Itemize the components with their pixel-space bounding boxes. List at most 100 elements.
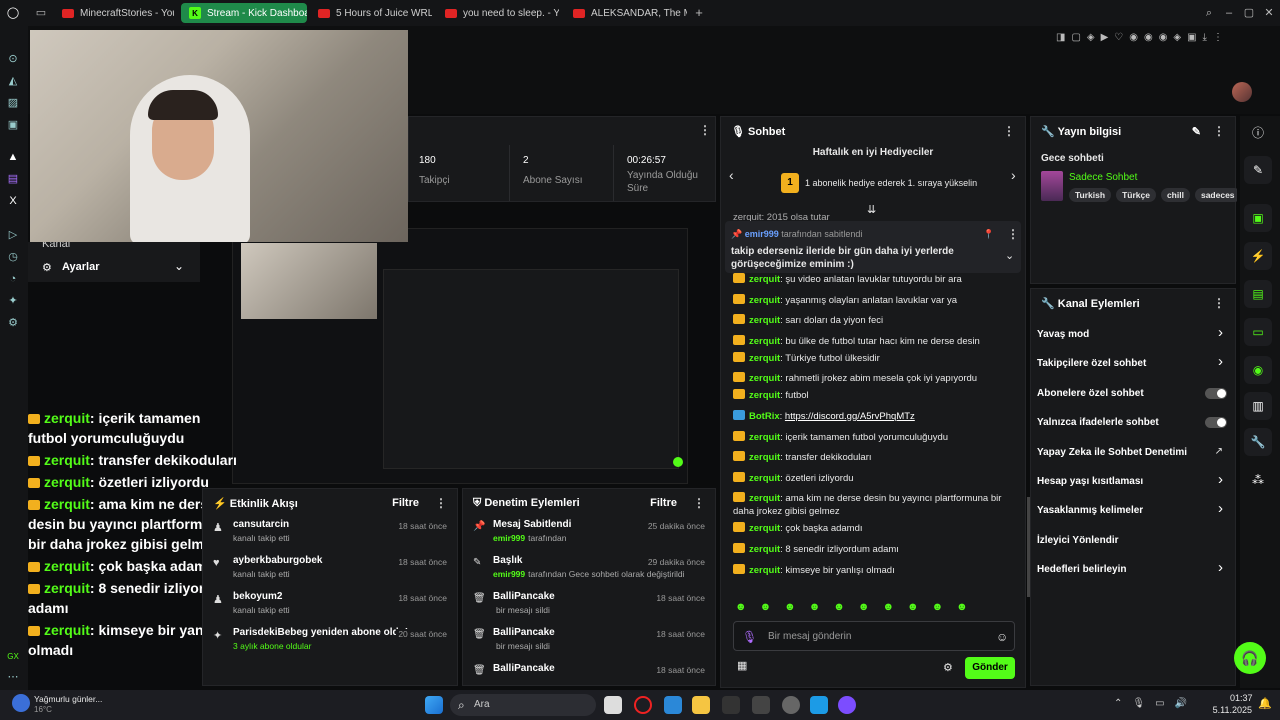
opera-logo-icon[interactable]: ◯ (6, 6, 20, 20)
chat-rail-icon[interactable]: ▭ (1244, 318, 1272, 346)
tab-0[interactable]: MinecraftStories - YouTube (54, 3, 174, 23)
chat-username[interactable]: zerquit (749, 336, 780, 347)
tray-icons[interactable]: ⌃🎙▭🔊 (1114, 698, 1197, 709)
chat-message[interactable]: zerquit: özetleri izliyordu (733, 471, 1017, 485)
chat-username[interactable]: zerquit (749, 493, 780, 504)
activity-menu-icon[interactable]: ⋮ (435, 496, 447, 510)
moderation-menu-icon[interactable]: ⋮ (693, 496, 705, 510)
category-name[interactable]: Sadece Sohbet (1069, 172, 1137, 183)
tools-icon[interactable]: 🔧 (1244, 428, 1272, 456)
messenger-icon[interactable]: ▣ (6, 118, 20, 132)
chat-message[interactable]: BotRix: https://discord.gg/A5rvPhqMTz (733, 409, 1017, 423)
moderation-filter-button[interactable]: Filtre (650, 497, 677, 509)
toggle-switch[interactable] (1205, 387, 1227, 399)
toggle-switch[interactable] (1205, 417, 1227, 429)
aria-icon[interactable]: ◭ (6, 74, 20, 88)
send-button[interactable]: Gönder (965, 657, 1015, 679)
gx-icon[interactable]: GX (6, 650, 20, 664)
chat-message[interactable]: zerquit: Türkiye futbol ülkesidir (733, 351, 1017, 365)
more-rail-icon[interactable]: ⁂ (1244, 466, 1272, 494)
activity-item[interactable]: ♟ bekoyum2 kanalı takip etti 18 saat önce (203, 589, 457, 625)
chat-message[interactable]: zerquit: 8 senedir izliyordum adamı (733, 542, 1017, 556)
tab-2[interactable]: 5 Hours of Juice WRLD U (310, 3, 432, 23)
clock-icon[interactable]: ◔ (6, 272, 20, 286)
app-icon[interactable] (838, 696, 856, 714)
app-icon[interactable] (810, 696, 828, 714)
chevron-down-icon[interactable]: ⌄ (174, 259, 184, 273)
gallery-icon[interactable]: ▨ (6, 96, 20, 110)
mail-icon[interactable] (752, 696, 770, 714)
task-view-icon[interactable] (604, 696, 622, 714)
chat-username[interactable]: zerquit (749, 353, 780, 364)
gift-icon[interactable]: ▦ (737, 659, 747, 672)
channel-action-item[interactable]: Yapay Zeka ile Sohbet Denetimi ↗ (1031, 435, 1235, 464)
channel-action-item[interactable]: Abonelere özel sohbet (1031, 376, 1235, 405)
moderation-item[interactable]: 📌 Mesaj Sabitlendi emir999 tarafından 25 dak… (463, 517, 715, 553)
weather-title[interactable]: Yağmurlu günler... (34, 694, 102, 704)
emoji-icon[interactable]: ☺ (996, 630, 1008, 644)
stream-preview[interactable] (232, 228, 688, 484)
stream-tag[interactable]: sadeces (1194, 188, 1237, 202)
moderation-item[interactable]: ✎ Başlık emir999 tarafından Gece sohbeti ol… (463, 553, 715, 589)
chat-username[interactable]: zerquit (749, 523, 780, 534)
emote-bar[interactable]: ☻☻☻☻☻☻☻☻☻☻ (735, 601, 1015, 617)
channel-action-item[interactable]: Hedefleri belirleyin › (1031, 552, 1235, 581)
stream-tag[interactable]: chill (1160, 188, 1190, 202)
channel-action-item[interactable]: Takipçilere özel sohbet › (1031, 346, 1235, 375)
activity-item[interactable]: ♟ cansutarcin kanalı takip etti 18 saat önc… (203, 517, 457, 553)
maximize-icon[interactable]: ▢ (1242, 6, 1256, 20)
moderation-item[interactable]: 🗑 BalliPancake bir mesajı sildi 18 saat önc… (463, 589, 715, 625)
extensions-icon[interactable]: ✦ (6, 294, 20, 308)
notification-icon[interactable]: 🔔 (1258, 697, 1272, 710)
search-icon[interactable]: ⌕ (1202, 6, 1216, 20)
bolt-icon[interactable]: ⚡ (1244, 242, 1272, 270)
chat-username[interactable]: zerquit (749, 373, 780, 384)
scroll-down-icon[interactable]: ⇊ (867, 203, 876, 216)
tab-1[interactable]: KStream - Kick Dashboard (181, 3, 307, 23)
app-icon[interactable] (722, 696, 740, 714)
chat-message[interactable]: zerquit: rahmetli jrokez abim mesela çok… (733, 372, 1017, 385)
channel-action-item[interactable]: Yavaş mod › (1031, 317, 1235, 346)
chat-username[interactable]: BotRix (749, 411, 780, 422)
chat-username[interactable]: zerquit (749, 315, 780, 326)
notes-icon[interactable]: ▤ (1244, 280, 1272, 308)
chat-settings-icon[interactable]: ⚙ (943, 661, 953, 674)
channel-action-item[interactable]: Yalnızca ifadelerle sohbet (1031, 405, 1235, 434)
app-icon[interactable] (664, 696, 682, 714)
screen-icon[interactable]: ▣ (1244, 204, 1272, 232)
chevron-right-icon[interactable]: › (1011, 167, 1016, 183)
channel-actions-menu-icon[interactable]: ⋮ (1213, 296, 1225, 310)
unpin-icon[interactable]: 📍 (983, 229, 994, 240)
chat-message[interactable]: zerquit: yaşanmış olayları anlatan lavuk… (733, 293, 1017, 307)
new-tab-button[interactable]: + (692, 6, 706, 20)
edit-icon[interactable]: ✎ (1192, 125, 1201, 138)
moderation-item[interactable]: 🗑 BalliPancake bir mesajı sildi 18 saat önc… (463, 625, 715, 661)
tab-4[interactable]: ALEKSANDAR, The Most (565, 3, 687, 23)
chat-message[interactable]: zerquit: kimseye bir yanlışı olmadı (733, 563, 1017, 577)
chat-menu-icon[interactable]: ⋮ (1003, 124, 1015, 138)
windows-start-icon[interactable] (425, 696, 443, 714)
chat-username[interactable]: zerquit (749, 473, 780, 484)
x-icon[interactable]: X (6, 194, 20, 208)
weather-icon[interactable] (12, 694, 30, 712)
channel-action-item[interactable]: İzleyici Yönlendir (1031, 523, 1235, 552)
twitch-icon[interactable]: ▤ (6, 172, 20, 186)
chat-username[interactable]: zerquit (749, 544, 780, 555)
chat-message[interactable]: zerquit: bu ülke de futbol tutar hacı ki… (733, 334, 1017, 348)
speed-dial-icon[interactable]: ⊙ (6, 52, 20, 66)
layout-icon[interactable]: ▥ (1244, 392, 1272, 420)
more-icon[interactable]: ⋯ (6, 670, 20, 684)
chat-message[interactable]: zerquit: futbol (733, 389, 1017, 402)
edit-rail-icon[interactable]: ✎ (1244, 156, 1272, 184)
settings-icon[interactable]: ⚙ (6, 316, 20, 330)
channel-action-item[interactable]: Hesap yaşı kısıtlaması › (1031, 464, 1235, 493)
channel-action-item[interactable]: Yasaklanmış kelimeler › (1031, 493, 1235, 522)
chat-message[interactable]: zerquit: içerik tamamen futbol yorumculu… (733, 430, 1017, 444)
chat-username[interactable]: zerquit (749, 452, 780, 463)
stream-tag[interactable]: Turkish (1069, 188, 1112, 202)
player-icon[interactable]: ▷ (6, 228, 20, 242)
nav-settings[interactable]: Ayarlar (62, 261, 100, 273)
pinned-menu-icon[interactable]: ⋮ (1007, 227, 1019, 241)
stream-info-menu-icon[interactable]: ⋮ (1213, 124, 1225, 138)
chat-message[interactable]: zerquit: çok başka adamdı (733, 522, 1017, 535)
